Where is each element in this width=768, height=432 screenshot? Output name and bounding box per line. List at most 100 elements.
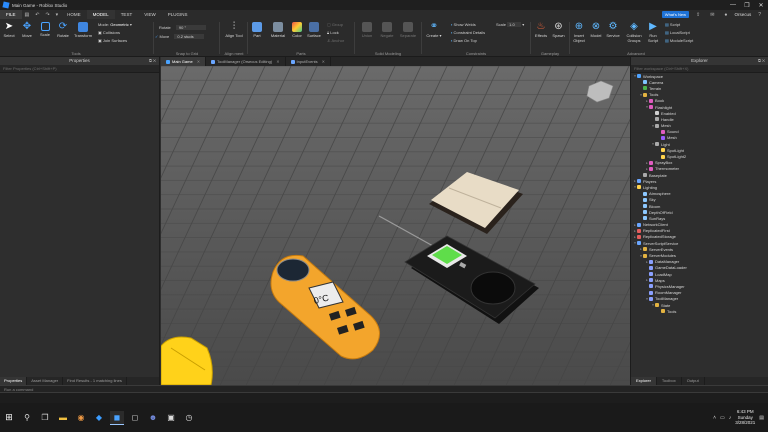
tab-plugins[interactable]: PLUGINS: [162, 10, 194, 19]
rotate-button[interactable]: ⟳ Rotate: [55, 22, 71, 39]
tab-properties[interactable]: Properties: [0, 377, 28, 385]
volume-icon[interactable]: ♪: [729, 415, 732, 421]
align-tool-button[interactable]: ⫶ Align Tool: [224, 22, 244, 39]
move-snap[interactable]: ✓ Move 0.2 studs: [155, 34, 205, 39]
chevron-down-icon[interactable]: ▾: [56, 12, 59, 18]
3d-viewport[interactable]: 0°C: [161, 66, 630, 385]
notification-icon[interactable]: ▤: [759, 415, 764, 421]
tab-view[interactable]: VIEW: [138, 10, 162, 19]
windows-start-icon[interactable]: ⊞: [2, 411, 16, 425]
show-welds-toggle[interactable]: ▪ Show Welds: [451, 22, 476, 27]
network-icon[interactable]: ▭: [720, 415, 725, 421]
explorer-tree: ▾ Workspace Camera Terrain ▾ Tools ▸ Book ▾ Flash…: [631, 73, 768, 314]
tab-toolbox[interactable]: Toolbox: [657, 377, 682, 385]
instance-icon: [637, 185, 641, 190]
search-icon[interactable]: ⚲: [20, 411, 34, 425]
material-button[interactable]: Material: [267, 22, 289, 38]
tab-model[interactable]: MODEL: [86, 9, 115, 20]
panel-controls[interactable]: ⧉ ✕: [758, 57, 765, 65]
clock[interactable]: 6:43 PM Sunday 3/28/2021: [735, 409, 755, 426]
chrome-icon[interactable]: ◉: [74, 411, 88, 425]
close-icon[interactable]: ✕: [197, 59, 200, 64]
scene-render[interactable]: 0°C: [161, 66, 630, 385]
separate-button[interactable]: Separate: [398, 22, 418, 38]
negate-button[interactable]: Negate: [378, 22, 396, 38]
share-icon[interactable]: ⇪: [696, 12, 700, 18]
task-view-icon[interactable]: ❐: [38, 411, 52, 425]
surface-button[interactable]: Surface: [305, 22, 323, 38]
clock-app-icon[interactable]: ◷: [182, 411, 196, 425]
help-icon[interactable]: ?: [758, 12, 761, 18]
file-menu[interactable]: FILE: [0, 10, 22, 19]
minimize-button[interactable]: —: [726, 2, 740, 9]
move-snap-input[interactable]: 0.2 studs: [174, 34, 205, 39]
collisions-toggle[interactable]: ▣ Collisions: [98, 30, 120, 35]
scale-button[interactable]: Scale: [37, 22, 53, 37]
discord-icon[interactable]: ☻: [146, 411, 160, 425]
tab-main-game[interactable]: Main Game ✕: [161, 57, 207, 66]
tab-home[interactable]: HOME: [61, 10, 87, 19]
anchor-button[interactable]: ⚓︎ Anchor: [327, 38, 344, 43]
roblox-icon[interactable]: ◻: [128, 411, 142, 425]
join-surfaces-toggle[interactable]: ▣ Join Surfaces: [98, 38, 127, 43]
chevron-up-icon[interactable]: ˄: [713, 415, 716, 421]
transform-button[interactable]: Transform: [73, 22, 93, 38]
close-button[interactable]: ✕: [754, 2, 768, 9]
rotate-snap-input[interactable]: 90 °: [175, 25, 206, 30]
save-icon[interactable]: ▤: [25, 12, 30, 18]
constraint-scale-input[interactable]: 1.0: [507, 22, 522, 27]
draw-on-top-toggle[interactable]: ▪ Draw On Top: [451, 38, 477, 43]
effects-button[interactable]: ♨ Effects: [533, 22, 549, 39]
move-button[interactable]: ✥ Move: [19, 22, 35, 39]
instance-icon: [643, 86, 647, 91]
avatar[interactable]: ●: [724, 12, 727, 18]
lock-button[interactable]: 🔒︎ Lock: [327, 30, 339, 35]
tab-test[interactable]: TEST: [115, 10, 139, 19]
union-button[interactable]: Union: [358, 22, 376, 38]
explorer-filter-input[interactable]: Filter workspace (Ctrl+Shift+X): [631, 65, 768, 73]
whats-new-button[interactable]: What's New: [661, 11, 690, 18]
cursor-icon: ➤: [4, 21, 14, 32]
modulescript-button[interactable]: ▤ ModuleScript: [665, 38, 693, 43]
select-button[interactable]: ➤ Select: [2, 21, 16, 39]
close-icon[interactable]: ✕: [276, 59, 279, 64]
constraint-scale[interactable]: Scale 1.0 ▾: [496, 22, 524, 27]
vscode-icon[interactable]: ◆: [92, 411, 106, 425]
service-button[interactable]: ⚙ Service: [604, 22, 622, 39]
tab-toolmanager[interactable]: ToolManager (Orsecus Editing) ✕: [206, 57, 286, 66]
constraints-group: ⚭ Create ▾ ▪ Show Welds ▪ Constraint Det…: [423, 19, 529, 57]
insert-object-button[interactable]: ⊕ Insert Object: [571, 22, 587, 44]
run-script-button[interactable]: ▶ Run Script: [646, 22, 660, 44]
app-icon[interactable]: ▣: [164, 411, 178, 425]
mode-selector[interactable]: Mode: Geometric ▾: [98, 22, 132, 27]
tab-asset-manager[interactable]: Asset Manager: [27, 377, 64, 385]
tab-inputevents[interactable]: InputEvents ✕: [286, 57, 332, 66]
create-constraint-button[interactable]: ⚭ Create ▾: [425, 22, 443, 39]
file-explorer-icon[interactable]: ▬: [56, 411, 70, 425]
roblox-studio-icon[interactable]: ◼: [110, 410, 124, 425]
tab-output[interactable]: Output: [682, 377, 705, 385]
script-button[interactable]: ▤ Script: [665, 22, 680, 27]
rotate-snap[interactable]: Rotate 90 °: [159, 25, 206, 30]
properties-filter-input[interactable]: Filter Properties (Ctrl+Shift+P): [0, 65, 159, 73]
spawn-button[interactable]: ⊛ Spawn: [550, 22, 567, 39]
part-button[interactable]: Part: [249, 22, 265, 38]
collision-groups-button[interactable]: ◈ Collision Groups: [623, 22, 645, 44]
panel-controls[interactable]: ⧉ ✕: [149, 57, 156, 65]
redo-icon[interactable]: ↷: [45, 12, 49, 18]
localscript-button[interactable]: ▤ LocalScript: [665, 30, 690, 35]
close-icon[interactable]: ✕: [322, 59, 325, 64]
model-button[interactable]: ⊗ Model: [589, 22, 603, 39]
color-button[interactable]: Color: [290, 22, 304, 38]
tab-explorer[interactable]: Explorer: [631, 377, 657, 385]
username[interactable]: Orsecus: [734, 12, 751, 17]
group-button[interactable]: ▢ Group: [327, 22, 343, 27]
command-bar-input[interactable]: Run a command: [0, 385, 768, 393]
tab-find-results[interactable]: Find Results - 1 matching lines: [63, 377, 127, 385]
constraint-details-toggle[interactable]: ▪ Constraint Details: [451, 30, 485, 35]
maximize-button[interactable]: ❐: [740, 2, 754, 9]
undo-icon[interactable]: ↶: [35, 12, 39, 18]
chat-icon[interactable]: ✉: [710, 12, 714, 18]
tree-item[interactable]: Tools: [631, 308, 768, 314]
tree-item-label: Sound: [667, 129, 679, 135]
